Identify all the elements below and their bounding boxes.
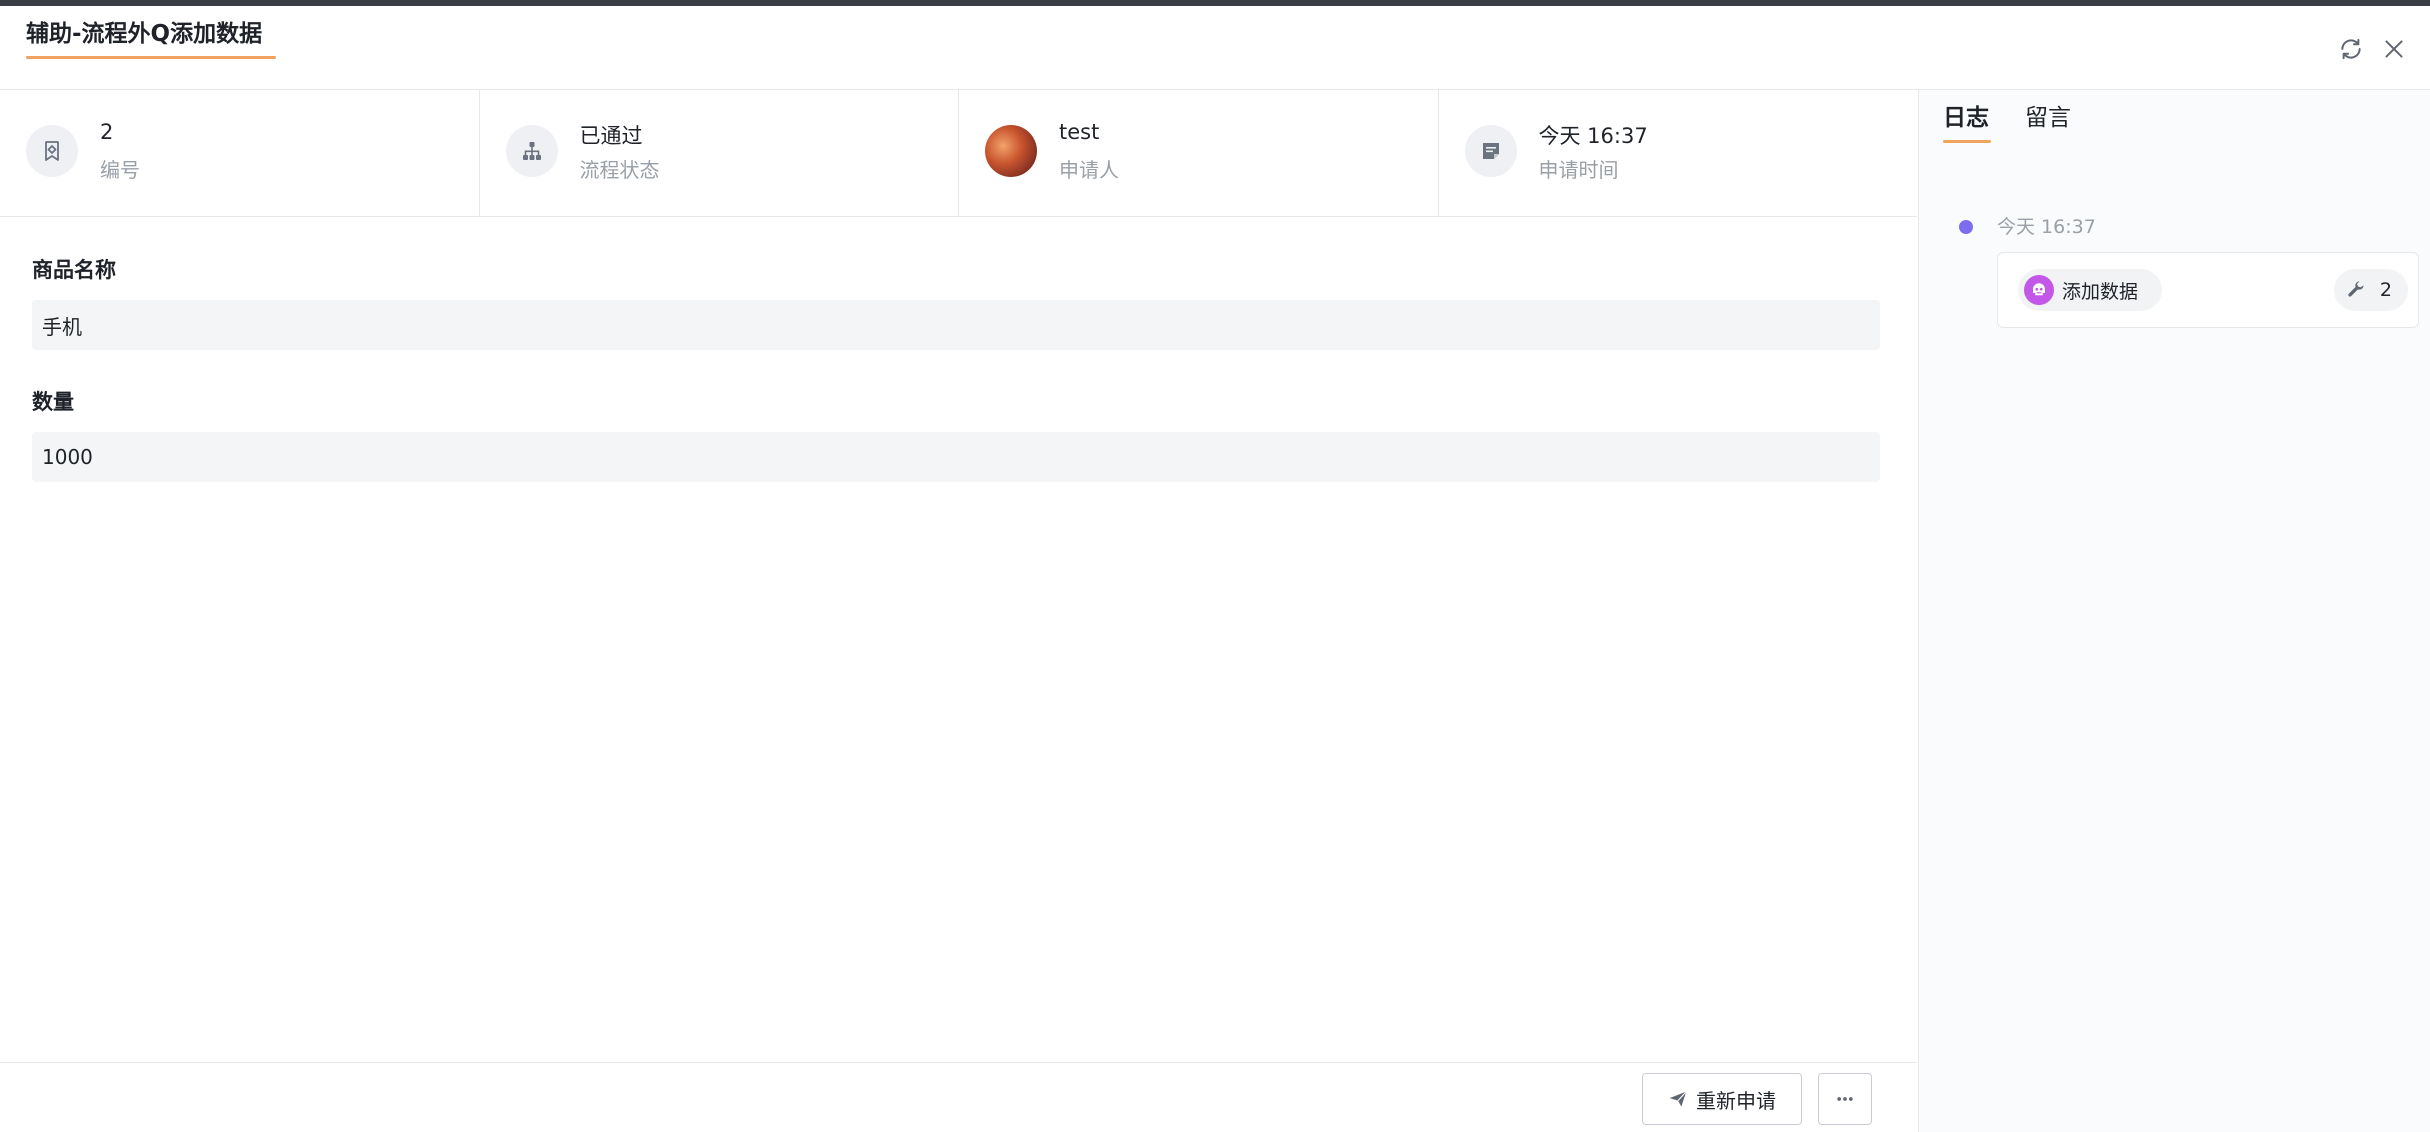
record-number-label: 编号: [100, 158, 140, 182]
info-icon-wrap: [1464, 125, 1517, 177]
apply-time-label: 申请时间: [1538, 158, 1619, 182]
refresh-button[interactable]: [2334, 32, 2368, 66]
tab-log[interactable]: 日志: [1943, 98, 1989, 132]
log-count-pill[interactable]: 2: [2333, 269, 2408, 311]
field-label-quantity: 数量: [32, 390, 74, 414]
info-cell-number: 2 编号: [0, 90, 480, 216]
record-number: 2: [100, 120, 114, 144]
dialog-header: 辅助-流程外Q添加数据: [0, 6, 2430, 90]
applicant-name: test: [1059, 120, 1100, 144]
calendar-edit-icon: [1482, 143, 1499, 159]
info-icon-wrap: [26, 125, 78, 177]
robot-icon-wrap: [2024, 275, 2054, 305]
info-cell-status: 已通过 流程状态: [480, 90, 959, 216]
reapply-button[interactable]: 重新申请: [1642, 1073, 1802, 1125]
apply-time: 今天 16:37: [1538, 124, 1648, 148]
more-icon: [1837, 1097, 1853, 1101]
reapply-label: 重新申请: [1696, 1088, 1776, 1113]
log-count: 2: [2379, 279, 2392, 301]
avatar: [985, 125, 1037, 177]
title-underline: [26, 56, 276, 59]
field-value-quantity[interactable]: 1000: [32, 432, 1880, 482]
tab-comments[interactable]: 留言: [2025, 98, 2071, 132]
applicant-label: 申请人: [1059, 158, 1119, 182]
wrench-icon: [2348, 281, 2364, 297]
more-button[interactable]: [1818, 1073, 1872, 1125]
refresh-icon: [2341, 38, 2361, 60]
log-entry-card: 添加数据 2: [1997, 252, 2419, 328]
info-icon-wrap: [505, 125, 558, 177]
robot-icon: [2033, 283, 2045, 296]
close-button[interactable]: [2377, 32, 2411, 66]
log-action-pill[interactable]: 添加数据: [2018, 269, 2163, 311]
main-panel: 2 编号 已通过 流程状态 test 申请人 今天 16:37 申请时间 商品名…: [0, 90, 1917, 1132]
info-cell-time: 今天 16:37 申请时间: [1439, 90, 1918, 216]
close-icon: [2385, 40, 2403, 58]
info-row: 2 编号 已通过 流程状态 test 申请人 今天 16:37 申请时间: [0, 90, 1917, 217]
timeline-dot: [1959, 220, 1973, 234]
dialog-title: 辅助-流程外Q添加数据: [26, 21, 263, 47]
log-action-label: 添加数据: [2062, 280, 2139, 303]
bookmark-icon: [45, 141, 59, 161]
tab-underline: [1943, 140, 1991, 143]
footer-bar: 重新申请: [0, 1062, 1917, 1132]
field-label-product-name: 商品名称: [32, 258, 116, 282]
process-status-label: 流程状态: [579, 158, 660, 182]
activity-sidebar: 日志 留言 今天 16:37 添加数据 2: [1918, 90, 2430, 1132]
field-value-product-name[interactable]: 手机: [32, 300, 1880, 350]
info-cell-applicant: test 申请人: [959, 90, 1439, 216]
send-icon: [1669, 1091, 1687, 1107]
timeline-time: 今天 16:37: [1997, 216, 2096, 238]
org-chart-icon: [522, 142, 541, 160]
process-status: 已通过: [579, 124, 643, 148]
